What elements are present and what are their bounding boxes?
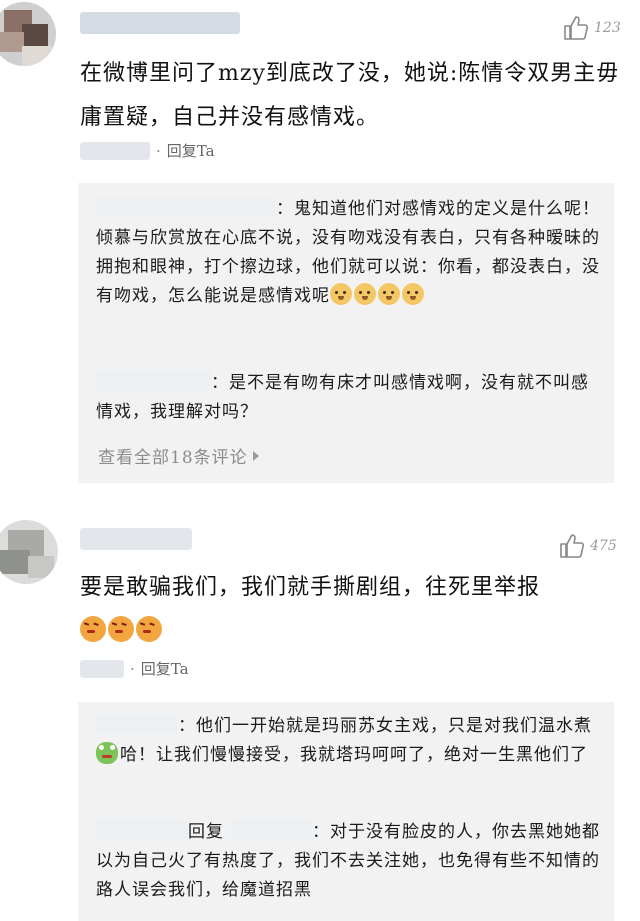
avatar[interactable] bbox=[0, 2, 56, 66]
emoji-angry bbox=[80, 616, 106, 642]
emoji-angry bbox=[108, 616, 134, 642]
emoji-doge bbox=[378, 283, 400, 305]
view-all-replies-link[interactable]: 查看全部18条评论 bbox=[98, 443, 260, 468]
reply-item[interactable]: ：他们一开始就是玛丽苏女主戏，只是对我们温水煮哈！让我们慢慢接受，我就塔玛呵呵了… bbox=[96, 712, 600, 770]
comment-text: 在微博里问了mzy到底改了没，她说:陈情令双男主毋庸置疑，自己并没有感情戏。 bbox=[80, 61, 620, 130]
username-blurred[interactable] bbox=[80, 528, 192, 550]
emoji-angry bbox=[136, 616, 162, 642]
reply-username-blurred bbox=[96, 820, 188, 840]
reply-text-continued: 哈！让我们慢慢接受，我就塔玛呵呵了，绝对一生黑他们了 bbox=[120, 745, 588, 765]
avatar[interactable] bbox=[0, 520, 58, 584]
separator-dot: · bbox=[156, 141, 161, 160]
triangle-right-icon bbox=[252, 450, 259, 461]
comment-meta: · 回复Ta bbox=[80, 140, 215, 161]
reply-button[interactable]: 回复Ta bbox=[141, 658, 189, 679]
emoji-doge bbox=[354, 283, 376, 305]
emoji-doge bbox=[402, 283, 424, 305]
reply-username-blurred bbox=[96, 371, 211, 391]
timestamp-blurred bbox=[80, 659, 124, 678]
view-all-label: 查看全部18条评论 bbox=[98, 448, 248, 468]
like-button[interactable]: 475 bbox=[558, 532, 617, 560]
timestamp-blurred bbox=[80, 141, 150, 160]
reply-username-blurred bbox=[96, 197, 276, 217]
like-count: 475 bbox=[590, 538, 617, 554]
comment-text: 要是敢骗我们，我们就手撕剧组，往死里举报 bbox=[80, 566, 620, 654]
comment-text-body: 要是敢骗我们，我们就手撕剧组，往死里举报 bbox=[80, 575, 541, 600]
reply-text: ：他们一开始就是玛丽苏女主戏，只是对我们温水煮 bbox=[178, 716, 592, 736]
replies-panel: ：他们一开始就是玛丽苏女主戏，只是对我们温水煮哈！让我们慢慢接受，我就塔玛呵呵了… bbox=[78, 702, 614, 921]
like-count: 123 bbox=[594, 20, 621, 36]
thumbs-up-icon bbox=[560, 534, 585, 558]
username-blurred[interactable] bbox=[80, 12, 240, 34]
comment-meta: · 回复Ta bbox=[80, 658, 189, 679]
emoji-doge bbox=[330, 283, 352, 305]
reply-target-blurred bbox=[232, 820, 312, 840]
reply-item[interactable]: ：是不是有吻有床才叫感情戏啊，没有就不叫感情戏，我理解对吗？ bbox=[96, 369, 600, 427]
reply-item[interactable]: 回复 ：对于没有脸皮的人，你去黑她她都以为自己火了有热度了，我们不去关注她，也免得… bbox=[96, 818, 600, 905]
reply-to-label: 回复 bbox=[188, 822, 224, 842]
reply-item[interactable]: ：鬼知道他们对感情戏的定义是什么呢！倾慕与欣赏放在心底不说，没有吻戏没有表白，只… bbox=[96, 195, 600, 311]
like-button[interactable]: 123 bbox=[562, 14, 621, 42]
thumbs-up-icon bbox=[564, 16, 589, 40]
replies-panel: ：鬼知道他们对感情戏的定义是什么呢！倾慕与欣赏放在心底不说，没有吻戏没有表白，只… bbox=[78, 183, 614, 483]
reply-button[interactable]: 回复Ta bbox=[167, 140, 215, 161]
reply-username-blurred bbox=[96, 714, 178, 734]
emoji-frog bbox=[96, 742, 118, 764]
separator-dot: · bbox=[130, 659, 135, 678]
